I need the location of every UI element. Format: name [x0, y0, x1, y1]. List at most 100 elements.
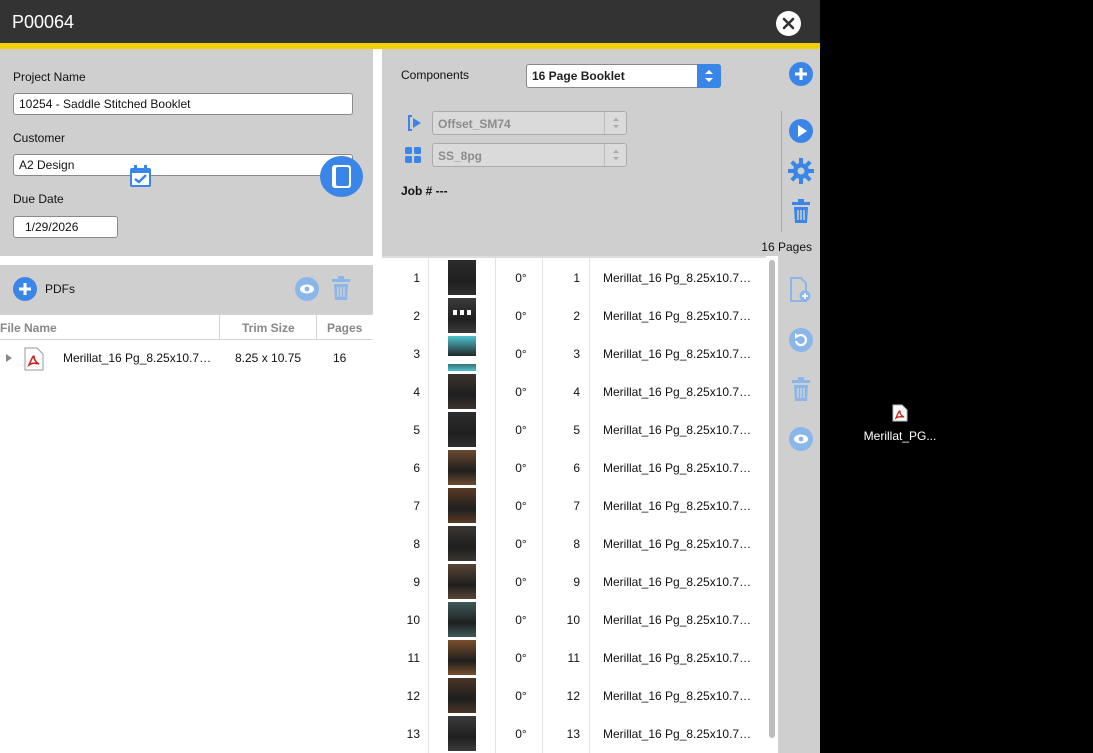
close-button[interactable] — [776, 11, 801, 36]
page-thumbnail[interactable] — [448, 336, 476, 371]
press-select[interactable]: Offset_SM74 — [432, 111, 627, 135]
table-row[interactable]: Merillat_16 Pg_8.25x10.7… 8.25 x 10.75 1… — [0, 341, 373, 375]
source-file-name: Merillat_16 Pg_8.25x10.7… — [603, 575, 752, 589]
page-index: 4 — [413, 385, 420, 399]
play-icon[interactable] — [789, 119, 813, 143]
page-thumbnail[interactable] — [448, 716, 476, 751]
pdf-trim-size: 8.25 x 10.75 — [235, 351, 302, 365]
source-page-number: 5 — [573, 423, 580, 437]
page-index: 13 — [406, 727, 420, 741]
app-window: P00064 Project Name 10254 - Saddle Stitc… — [0, 0, 820, 753]
page-row[interactable]: 2 0° 2 Merillat_16 Pg_8.25x10.7… — [382, 296, 766, 334]
source-file-name: Merillat_16 Pg_8.25x10.7… — [603, 499, 752, 513]
page-thumbnail[interactable] — [448, 488, 476, 523]
source-file-name: Merillat_16 Pg_8.25x10.7… — [603, 385, 752, 399]
page-row[interactable]: 6 0° 6 Merillat_16 Pg_8.25x10.7… — [382, 448, 766, 486]
page-rotation[interactable]: 0° — [512, 347, 530, 361]
scrollbar[interactable] — [766, 256, 778, 753]
page-row[interactable]: 10 0° 10 Merillat_16 Pg_8.25x10.7… — [382, 600, 766, 638]
column-file-name[interactable]: File Name — [0, 321, 57, 335]
page-row[interactable]: 9 0° 9 Merillat_16 Pg_8.25x10.7… — [382, 562, 766, 600]
page-rotation[interactable]: 0° — [512, 613, 530, 627]
eye-icon[interactable] — [789, 427, 813, 451]
add-page-icon[interactable] — [789, 277, 811, 303]
page-rotation[interactable]: 0° — [512, 727, 530, 741]
page-thumbnail[interactable] — [448, 374, 476, 409]
desktop-file-icon[interactable]: Merillat_PG... — [860, 404, 940, 443]
page-rotation[interactable]: 0° — [512, 385, 530, 399]
page-index: 12 — [406, 689, 420, 703]
expand-arrow-icon[interactable] — [5, 354, 13, 362]
page-thumbnail[interactable] — [448, 298, 476, 333]
page-thumbnail[interactable] — [448, 450, 476, 485]
page-row[interactable]: 5 0° 5 Merillat_16 Pg_8.25x10.7… — [382, 410, 766, 448]
press-icon — [408, 115, 421, 131]
source-file-name: Merillat_16 Pg_8.25x10.7… — [603, 347, 752, 361]
component-select-value: 16 Page Booklet — [532, 69, 625, 83]
page-thumbnail[interactable] — [448, 602, 476, 637]
add-pdf-icon[interactable] — [13, 277, 37, 301]
trash-icon[interactable] — [331, 276, 351, 301]
settings-icon[interactable] — [788, 158, 814, 184]
due-date-input[interactable]: 1/29/2026 — [13, 216, 118, 238]
pdfs-label: PDFs — [45, 282, 75, 296]
project-name-input[interactable]: 10254 - Saddle Stitched Booklet — [13, 93, 353, 115]
project-name-label: Project Name — [13, 70, 86, 84]
due-date-label: Due Date — [13, 192, 64, 206]
page-rotation[interactable]: 0° — [512, 689, 530, 703]
trash-icon[interactable] — [791, 199, 811, 224]
component-select[interactable]: 16 Page Booklet — [526, 64, 721, 88]
page-index: 1 — [413, 271, 420, 285]
trash-icon[interactable] — [791, 377, 811, 402]
page-thumbnail[interactable] — [448, 526, 476, 561]
page-index: 6 — [413, 461, 420, 475]
page-rotation[interactable]: 0° — [512, 537, 530, 551]
page-row[interactable]: 1 0° 1 Merillat_16 Pg_8.25x10.7… — [382, 258, 766, 296]
booklet-button[interactable] — [320, 156, 363, 197]
page-thumbnail[interactable] — [448, 564, 476, 599]
page-row[interactable]: 11 0° 11 Merillat_16 Pg_8.25x10.7… — [382, 638, 766, 676]
page-index: 9 — [413, 575, 420, 589]
chevron-updown-icon — [697, 64, 721, 88]
page-rotation[interactable]: 0° — [512, 271, 530, 285]
source-file-name: Merillat_16 Pg_8.25x10.7… — [603, 309, 752, 323]
source-page-number: 7 — [573, 499, 580, 513]
page-row[interactable]: 4 0° 4 Merillat_16 Pg_8.25x10.7… — [382, 372, 766, 410]
customer-input[interactable]: A2 Design — [13, 154, 353, 176]
source-file-name: Merillat_16 Pg_8.25x10.7… — [603, 651, 752, 665]
page-rotation[interactable]: 0° — [512, 423, 530, 437]
page-index: 10 — [406, 613, 420, 627]
source-file-name: Merillat_16 Pg_8.25x10.7… — [603, 461, 752, 475]
rotate-icon[interactable] — [789, 328, 813, 352]
page-rotation[interactable]: 0° — [512, 499, 530, 513]
page-row[interactable]: 12 0° 12 Merillat_16 Pg_8.25x10.7… — [382, 676, 766, 714]
eye-icon[interactable] — [295, 277, 319, 301]
add-component-icon[interactable] — [789, 62, 813, 86]
page-rotation[interactable]: 0° — [512, 651, 530, 665]
page-rotation[interactable]: 0° — [512, 309, 530, 323]
imposition-select[interactable]: SS_8pg — [432, 143, 627, 167]
window-title: P00064 — [12, 12, 75, 32]
page-thumbnail[interactable] — [448, 412, 476, 447]
page-thumbnail[interactable] — [448, 678, 476, 713]
column-pages[interactable]: Pages — [327, 321, 362, 335]
page-thumbnail[interactable] — [448, 260, 476, 295]
page-thumbnail[interactable] — [448, 640, 476, 675]
source-page-number: 12 — [566, 689, 580, 703]
page-rotation[interactable]: 0° — [512, 461, 530, 475]
page-rotation[interactable]: 0° — [512, 575, 530, 589]
components-label: Components — [401, 68, 470, 82]
close-icon — [782, 17, 795, 30]
pdf-page-count: 16 — [333, 351, 347, 365]
project-panel: Project Name 10254 - Saddle Stitched Boo… — [0, 49, 373, 256]
scrollbar-thumb[interactable] — [769, 260, 775, 738]
calendar-icon[interactable] — [129, 165, 152, 188]
source-page-number: 6 — [573, 461, 580, 475]
panel-divider[interactable] — [373, 49, 382, 753]
page-row[interactable]: 13 0° 13 Merillat_16 Pg_8.25x10.7… — [382, 714, 766, 752]
column-trim-size[interactable]: Trim Size — [242, 321, 295, 335]
page-row[interactable]: 7 0° 7 Merillat_16 Pg_8.25x10.7… — [382, 486, 766, 524]
page-row[interactable]: 8 0° 8 Merillat_16 Pg_8.25x10.7… — [382, 524, 766, 562]
page-row[interactable]: 3 0° 3 Merillat_16 Pg_8.25x10.7… — [382, 334, 766, 372]
pdf-toolbar: PDFs — [0, 265, 373, 314]
